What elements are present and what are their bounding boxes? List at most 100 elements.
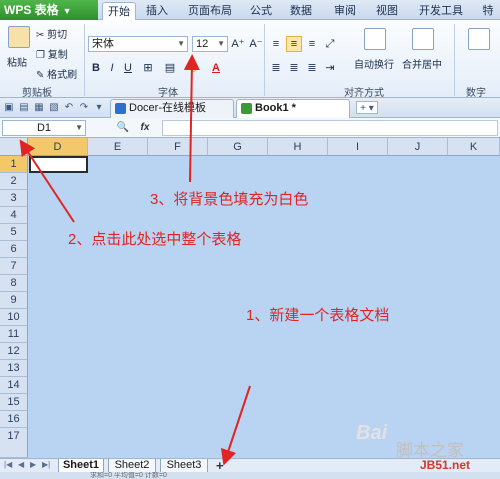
- first-sheet-icon[interactable]: |◀: [4, 460, 12, 469]
- paste-button[interactable]: 粘贴: [7, 54, 27, 69]
- formula-input[interactable]: [162, 120, 498, 136]
- preview-icon[interactable]: ▧: [47, 101, 61, 114]
- format-painter-button[interactable]: ✎ 格式刷: [36, 66, 77, 81]
- font-color-icon[interactable]: A: [208, 60, 224, 76]
- shrink-font-button[interactable]: A⁻: [248, 36, 264, 52]
- app-menu-button[interactable]: WPS 表格 ▼: [0, 0, 98, 20]
- align-top-icon[interactable]: ≡: [268, 36, 284, 52]
- row-header[interactable]: 11: [0, 326, 28, 343]
- underline-button[interactable]: U: [120, 60, 136, 76]
- italic-button[interactable]: I: [104, 60, 120, 76]
- font-name-select[interactable]: 宋体 ▼: [88, 36, 188, 52]
- last-sheet-icon[interactable]: ▶|: [42, 460, 50, 469]
- row-header[interactable]: 15: [0, 394, 28, 411]
- add-sheet-button[interactable]: +: [216, 458, 224, 473]
- row-header[interactable]: 10: [0, 309, 28, 326]
- select-all-corner[interactable]: [0, 138, 28, 156]
- column-header[interactable]: F: [148, 138, 208, 156]
- divider: [84, 24, 85, 96]
- save-icon[interactable]: ▤: [17, 101, 31, 114]
- name-box[interactable]: D1 ▼: [2, 120, 86, 136]
- ribbon: 粘贴 ✂ 剪切 ❐ 复制 ✎ 格式刷 剪贴板 宋体 ▼ 12 ▼ A⁺ A⁻ B I…: [0, 20, 500, 99]
- row-header[interactable]: 12: [0, 343, 28, 360]
- wrap-text-icon[interactable]: [364, 28, 386, 50]
- fill-color-icon[interactable]: ◈: [186, 60, 202, 76]
- tab-insert[interactable]: 插入: [142, 2, 172, 20]
- align-left-icon[interactable]: ≣: [268, 60, 284, 76]
- number-format-icon[interactable]: [468, 28, 490, 50]
- bold-button[interactable]: B: [88, 60, 104, 76]
- row-header[interactable]: 14: [0, 377, 28, 394]
- row-header[interactable]: 3: [0, 190, 28, 207]
- column-header[interactable]: I: [328, 138, 388, 156]
- row-header[interactable]: 8: [0, 275, 28, 292]
- tab-home[interactable]: 开始: [102, 2, 136, 20]
- open-icon[interactable]: ▣: [2, 101, 16, 114]
- annotation-step2: 2、点击此处选中整个表格: [68, 231, 242, 248]
- doc-tab-docer[interactable]: Docer-在线模板: [110, 99, 234, 118]
- row-header[interactable]: 1: [0, 156, 28, 173]
- merge-center-button[interactable]: 合并居中: [402, 56, 442, 71]
- spreadsheet-icon: [241, 103, 252, 114]
- baidu-watermark: Bai: [356, 422, 388, 444]
- column-header[interactable]: E: [88, 138, 148, 156]
- tab-formulas[interactable]: 公式: [246, 2, 276, 20]
- row-header[interactable]: 4: [0, 207, 28, 224]
- site-url-watermark: JB51.net: [420, 458, 471, 472]
- tab-developer[interactable]: 开发工具: [414, 2, 468, 20]
- paste-icon[interactable]: [8, 26, 30, 48]
- sheet-tab[interactable]: Sheet2: [108, 459, 156, 473]
- tab-view[interactable]: 视图: [372, 2, 402, 20]
- column-header[interactable]: G: [208, 138, 268, 156]
- worksheet-grid[interactable]: D E F G H I J K 1 2 3 4 5 6 7 8 9 10 11 …: [0, 138, 500, 458]
- cut-button[interactable]: ✂ 剪切: [36, 26, 67, 41]
- active-cell[interactable]: [29, 156, 88, 173]
- new-tab-button[interactable]: + ▾: [356, 101, 378, 114]
- annotation-step1: 1、新建一个表格文档: [246, 307, 390, 324]
- row-header[interactable]: 2: [0, 173, 28, 190]
- copy-button[interactable]: ❐ 复制: [36, 46, 68, 61]
- tab-special[interactable]: 特: [478, 2, 498, 20]
- row-header[interactable]: 16: [0, 411, 28, 428]
- align-middle-icon[interactable]: ≡: [286, 36, 302, 52]
- print-icon[interactable]: ▦: [32, 101, 46, 114]
- align-bottom-icon[interactable]: ≡: [304, 36, 320, 52]
- column-header[interactable]: J: [388, 138, 448, 156]
- chevron-down-icon[interactable]: ▾: [92, 101, 106, 114]
- divider: [454, 24, 455, 96]
- zoom-icon[interactable]: 🔍: [116, 121, 130, 135]
- docer-icon: [115, 103, 126, 114]
- font-size-select[interactable]: 12 ▼: [192, 36, 228, 52]
- text-direction-icon[interactable]: ⤢: [322, 36, 338, 52]
- function-icon[interactable]: fx: [138, 121, 152, 135]
- prev-sheet-icon[interactable]: ◀: [18, 460, 24, 469]
- doc-tab-book1[interactable]: Book1 *: [236, 99, 350, 118]
- tab-data[interactable]: 数据: [286, 2, 316, 20]
- row-header[interactable]: 6: [0, 241, 28, 258]
- column-header[interactable]: K: [448, 138, 500, 156]
- redo-icon[interactable]: ↷: [77, 101, 91, 114]
- border-icon[interactable]: ⊞: [140, 60, 156, 76]
- row-header[interactable]: 5: [0, 224, 28, 241]
- column-header[interactable]: D: [28, 138, 88, 156]
- sheet-tab[interactable]: Sheet1: [58, 459, 104, 473]
- row-header[interactable]: 9: [0, 292, 28, 309]
- sheet-tab[interactable]: Sheet3: [160, 459, 208, 473]
- indent-icon[interactable]: ⇥: [322, 60, 338, 76]
- align-center-icon[interactable]: ≣: [286, 60, 302, 76]
- tab-page-layout[interactable]: 页面布局: [182, 2, 238, 20]
- row-header[interactable]: 13: [0, 360, 28, 377]
- formula-bar: D1 ▼ 🔍 fx: [0, 118, 500, 138]
- row-header[interactable]: 17: [0, 428, 28, 458]
- merge-center-icon[interactable]: [412, 28, 434, 50]
- row-header[interactable]: 7: [0, 258, 28, 275]
- grow-font-button[interactable]: A⁺: [230, 36, 246, 52]
- undo-icon[interactable]: ↶: [62, 101, 76, 114]
- font-group-label: 字体: [158, 88, 178, 99]
- wrap-text-button[interactable]: 自动换行: [354, 56, 394, 71]
- merge-border-icon[interactable]: ▤: [162, 60, 178, 76]
- next-sheet-icon[interactable]: ▶: [30, 460, 36, 469]
- tab-review[interactable]: 审阅: [330, 2, 360, 20]
- align-right-icon[interactable]: ≣: [304, 60, 320, 76]
- column-header[interactable]: H: [268, 138, 328, 156]
